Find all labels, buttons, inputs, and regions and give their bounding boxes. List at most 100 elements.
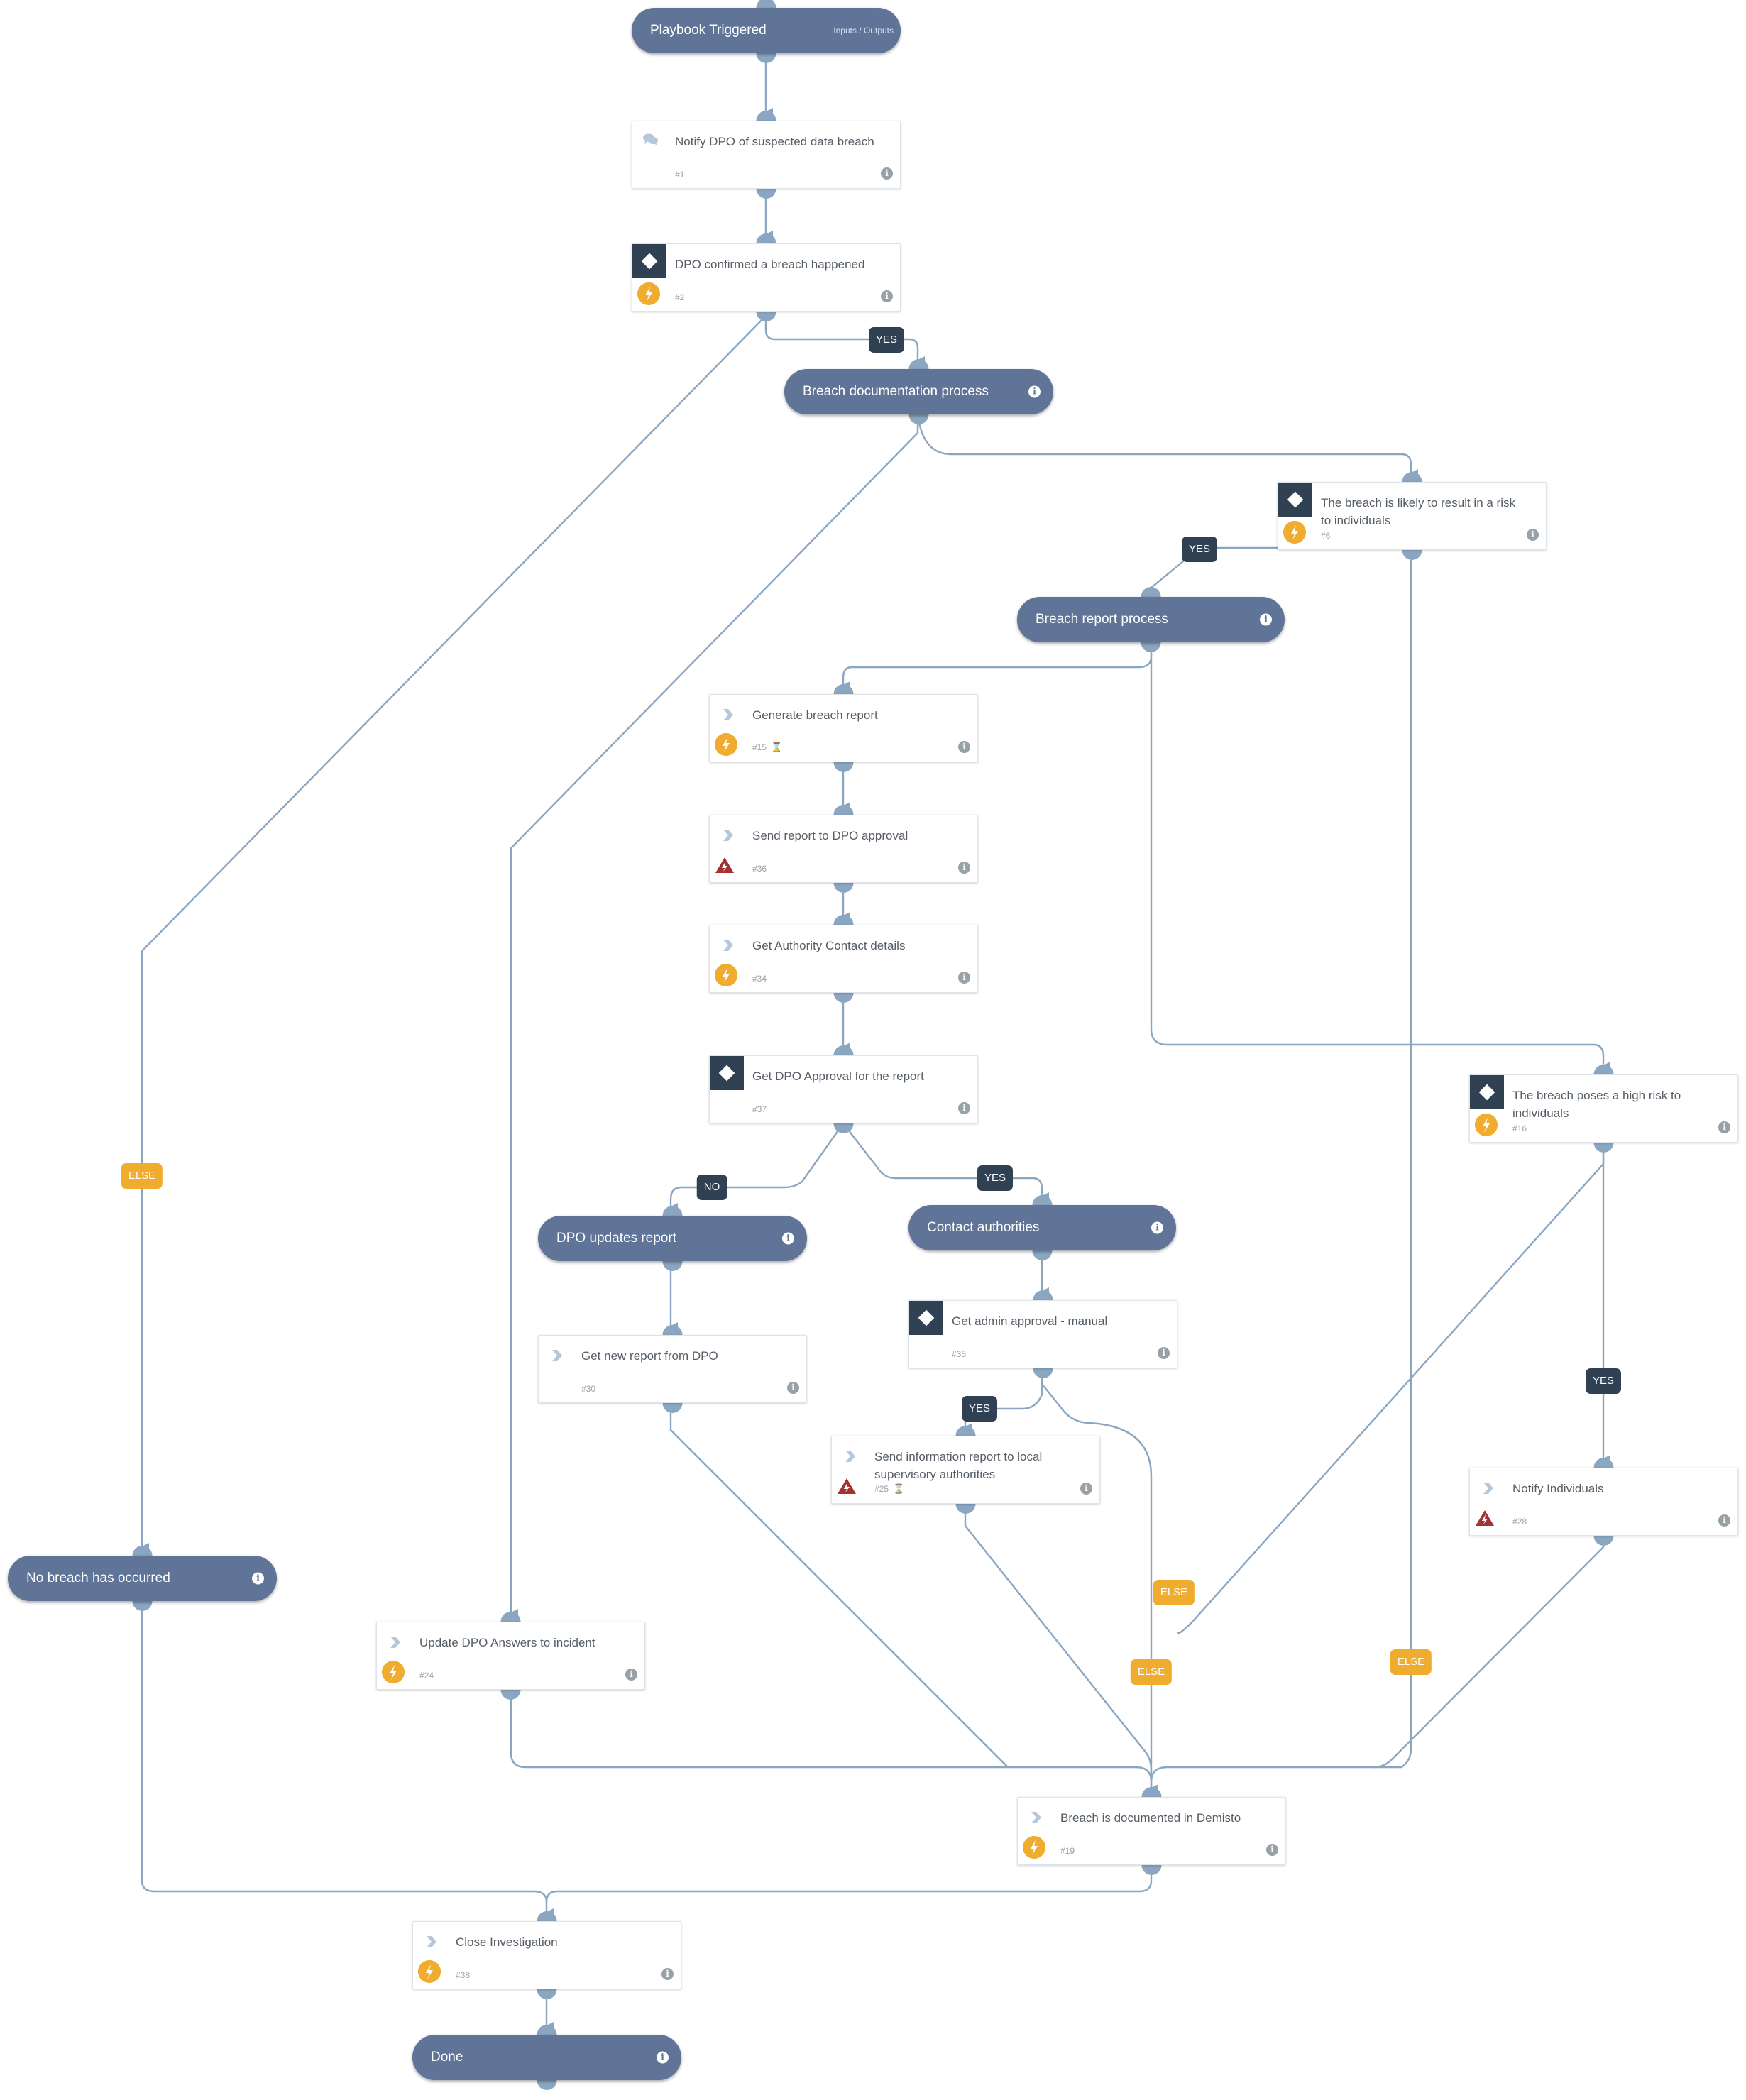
info-icon[interactable]: i	[958, 741, 970, 753]
info-icon[interactable]: i	[958, 972, 970, 984]
section-breach-documentation[interactable]: Breach documentation process i	[784, 369, 1053, 414]
task-38-close-investigation[interactable]: Close Investigation #38 i	[412, 1921, 681, 1989]
connection-port[interactable]	[500, 1690, 521, 1700]
connection-port[interactable]	[955, 1426, 976, 1436]
connection-port[interactable]	[1141, 1787, 1162, 1797]
edge-t19-t38	[545, 1865, 1153, 1917]
section-dpo-updates-report[interactable]: DPO updates report i	[538, 1216, 807, 1261]
connection-port[interactable]	[1033, 1290, 1053, 1300]
task-id: #15 ⌛	[752, 742, 782, 753]
task-34-authority-contact[interactable]: Get Authority Contact details #34 i	[709, 925, 978, 993]
task-30-new-report[interactable]: Get new report from DPO #30 i	[538, 1335, 807, 1403]
connection-port[interactable]	[833, 762, 854, 772]
info-icon[interactable]: i	[881, 167, 893, 180]
connection-port[interactable]	[537, 1911, 557, 1921]
info-icon[interactable]: i	[661, 1968, 674, 1980]
info-icon[interactable]: i	[958, 1102, 970, 1114]
hourglass-icon: ⌛	[771, 742, 783, 752]
task-name: Get new report from DPO	[581, 1349, 718, 1363]
info-icon[interactable]: i	[782, 1232, 794, 1245]
connection-port[interactable]	[662, 1325, 683, 1335]
info-icon[interactable]: i	[1718, 1121, 1730, 1133]
edge-label-yes: YES	[961, 1396, 998, 1422]
info-icon[interactable]: i	[657, 2051, 669, 2064]
info-icon[interactable]: i	[1028, 385, 1041, 398]
connection-port[interactable]	[500, 1612, 521, 1622]
task-24-update-answers[interactable]: Update DPO Answers to incident #24 i	[376, 1622, 645, 1690]
info-icon[interactable]: i	[1260, 613, 1272, 626]
connection-port[interactable]	[1032, 1250, 1053, 1260]
info-icon[interactable]: i	[252, 1572, 264, 1585]
connection-port[interactable]	[1593, 1458, 1614, 1468]
connection-port[interactable]	[132, 1546, 153, 1556]
task-2-dpo-confirmed[interactable]: DPO confirmed a breach happened #2 i	[632, 243, 901, 312]
edge-t25-t19	[964, 1504, 1153, 1771]
info-icon[interactable]: i	[1266, 1844, 1278, 1856]
info-icon[interactable]: i	[1151, 1221, 1163, 1234]
connection-port[interactable]	[756, 53, 776, 63]
info-icon[interactable]: i	[1718, 1514, 1730, 1527]
task-6-likely-risk[interactable]: The breach is likely to result in a risk…	[1278, 482, 1547, 550]
connection-port[interactable]	[1141, 642, 1161, 653]
connection-port[interactable]	[833, 883, 854, 893]
connection-port[interactable]	[833, 915, 854, 925]
connection-port[interactable]	[833, 805, 854, 815]
section-contact-authorities[interactable]: Contact authorities i	[908, 1205, 1176, 1250]
task-name: Get admin approval - manual	[952, 1314, 1108, 1328]
connection-port[interactable]	[756, 233, 776, 243]
task-36-send-report[interactable]: Send report to DPO approval #36 i	[709, 815, 978, 883]
connection-port[interactable]	[1141, 587, 1161, 597]
connection-port[interactable]	[756, 0, 776, 8]
edge-label-else: ELSE	[1153, 1580, 1195, 1605]
connection-port[interactable]	[1033, 1368, 1053, 1379]
connection-port[interactable]	[662, 1261, 683, 1271]
info-icon[interactable]: i	[1158, 1347, 1170, 1359]
task-15-generate-report[interactable]: Generate breach report #15 ⌛ i	[709, 694, 978, 762]
section-no-breach[interactable]: No breach has occurred i	[8, 1556, 277, 1601]
task-28-notify-individuals[interactable]: Notify Individuals #28 i	[1469, 1468, 1738, 1536]
connection-port[interactable]	[537, 1989, 557, 1999]
info-icon[interactable]: i	[881, 290, 893, 302]
connection-port[interactable]	[537, 2080, 557, 2090]
connection-port[interactable]	[662, 1403, 683, 1414]
inputs-outputs-link[interactable]: Inputs / Outputs	[833, 26, 894, 35]
info-icon[interactable]: i	[958, 862, 970, 874]
connection-port[interactable]	[756, 312, 776, 321]
info-icon[interactable]: i	[1527, 529, 1539, 541]
task-37-dpo-approval[interactable]: Get DPO Approval for the report #37 i	[709, 1055, 978, 1123]
connection-port[interactable]	[756, 189, 776, 199]
info-icon[interactable]: i	[625, 1669, 637, 1681]
connection-port[interactable]	[908, 414, 929, 424]
connection-port[interactable]	[1593, 1065, 1614, 1074]
connection-port[interactable]	[1402, 472, 1422, 482]
section-breach-report[interactable]: Breach report process i	[1017, 597, 1285, 642]
chevron-icon	[390, 1637, 400, 1648]
task-1-notify-dpo[interactable]: Notify DPO of suspected data breach #1 i	[632, 121, 901, 189]
task-16-high-risk[interactable]: The breach poses a high risk to individu…	[1469, 1074, 1738, 1143]
task-19-breach-documented[interactable]: Breach is documented in Demisto #19 i	[1017, 1797, 1286, 1865]
task-id: #16	[1512, 1123, 1527, 1133]
task-25-send-info-report[interactable]: Send information report to local supervi…	[831, 1436, 1100, 1504]
connection-port[interactable]	[908, 359, 929, 369]
connection-port[interactable]	[662, 1206, 683, 1216]
info-icon[interactable]: i	[1080, 1483, 1092, 1495]
connection-port[interactable]	[1141, 1865, 1162, 1875]
connection-port[interactable]	[833, 993, 854, 1003]
section-done[interactable]: Done i	[412, 2035, 681, 2080]
connection-port[interactable]	[1402, 550, 1422, 561]
task-id: #28	[1512, 1517, 1527, 1527]
task-35-admin-approval[interactable]: Get admin approval - manual #35 i	[908, 1300, 1177, 1368]
connection-port[interactable]	[833, 1045, 854, 1055]
connection-port[interactable]	[833, 684, 854, 694]
connection-port[interactable]	[537, 2025, 557, 2035]
connection-port[interactable]	[1593, 1143, 1614, 1153]
info-icon[interactable]: i	[787, 1382, 799, 1394]
connection-port[interactable]	[1593, 1536, 1614, 1546]
connection-port[interactable]	[1032, 1195, 1053, 1205]
edge-breachreport-t16	[1150, 642, 1610, 1070]
connection-port[interactable]	[756, 111, 776, 121]
connection-port[interactable]	[132, 1601, 153, 1612]
task-name: Get Authority Contact details	[752, 939, 906, 952]
connection-port[interactable]	[955, 1504, 976, 1514]
start-node-playbook-triggered[interactable]: Playbook Triggered Inputs / Outputs	[632, 8, 901, 53]
